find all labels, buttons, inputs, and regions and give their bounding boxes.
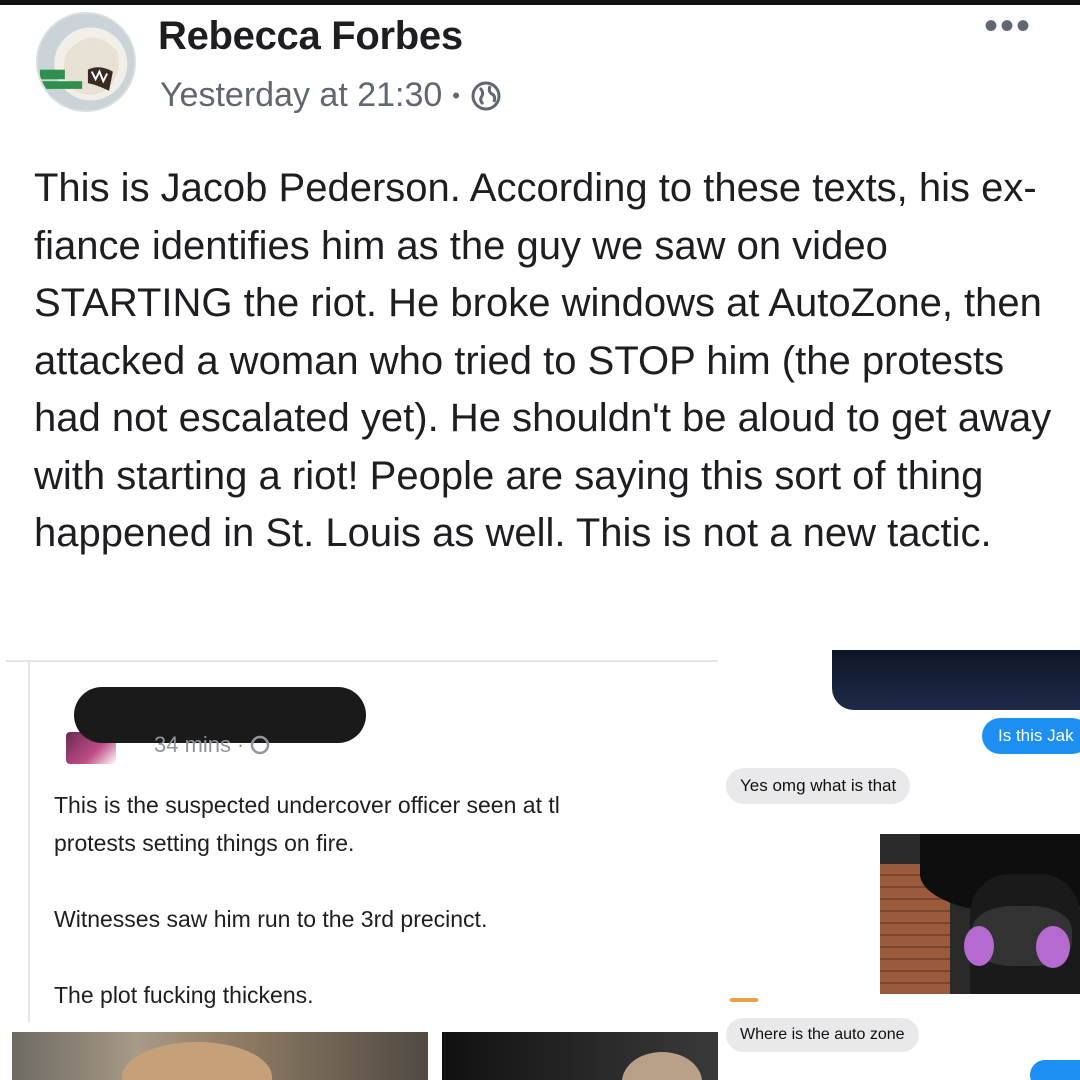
globe-icon[interactable]	[470, 80, 502, 112]
reaction-mark	[730, 998, 758, 1002]
more-options-button[interactable]: •••	[984, 6, 1032, 46]
embedded-post-screenshot: 34 mins · This is the suspected undercov…	[6, 660, 718, 1080]
embedded-post-line: The plot fucking thickens.	[54, 982, 314, 1008]
chat-photo	[880, 834, 1080, 994]
embedded-post-time: 34 mins	[154, 732, 232, 757]
meta-separator: •	[452, 82, 460, 108]
post-meta: Yesterday at 21:30 •	[160, 76, 502, 115]
text-conversation-screenshot: Is this Jak Yes omg what is that Where i…	[718, 650, 1080, 1080]
author-name[interactable]: Rebecca Forbes	[158, 14, 463, 59]
outgoing-message	[1030, 1060, 1080, 1080]
post-timestamp[interactable]: Yesterday at 21:30	[160, 76, 442, 115]
phone-status-bar	[884, 818, 1080, 832]
frame-divider	[28, 662, 30, 1022]
top-edge	[0, 0, 1080, 5]
embedded-photo	[442, 1032, 718, 1080]
embedded-post-line: protests setting things on fire.	[54, 830, 355, 856]
embedded-meta-separator: ·	[237, 732, 245, 757]
chat-image	[832, 650, 1080, 710]
incoming-message: Yes omg what is that	[726, 768, 911, 804]
embedded-post-line: Witnesses saw him run to the 3rd precinc…	[54, 906, 488, 932]
author-avatar[interactable]	[36, 12, 136, 112]
globe-icon	[251, 735, 270, 755]
outgoing-message: Is this Jak	[982, 718, 1080, 754]
post-body: This is Jacob Pederson. According to the…	[34, 166, 1052, 555]
embedded-post-line: This is the suspected undercover officer…	[54, 792, 560, 818]
embedded-photo	[12, 1032, 428, 1080]
incoming-message: Where is the auto zone	[726, 1018, 919, 1052]
embedded-post-meta: 34 mins ·	[154, 732, 270, 758]
lion-avatar-icon	[38, 14, 134, 110]
